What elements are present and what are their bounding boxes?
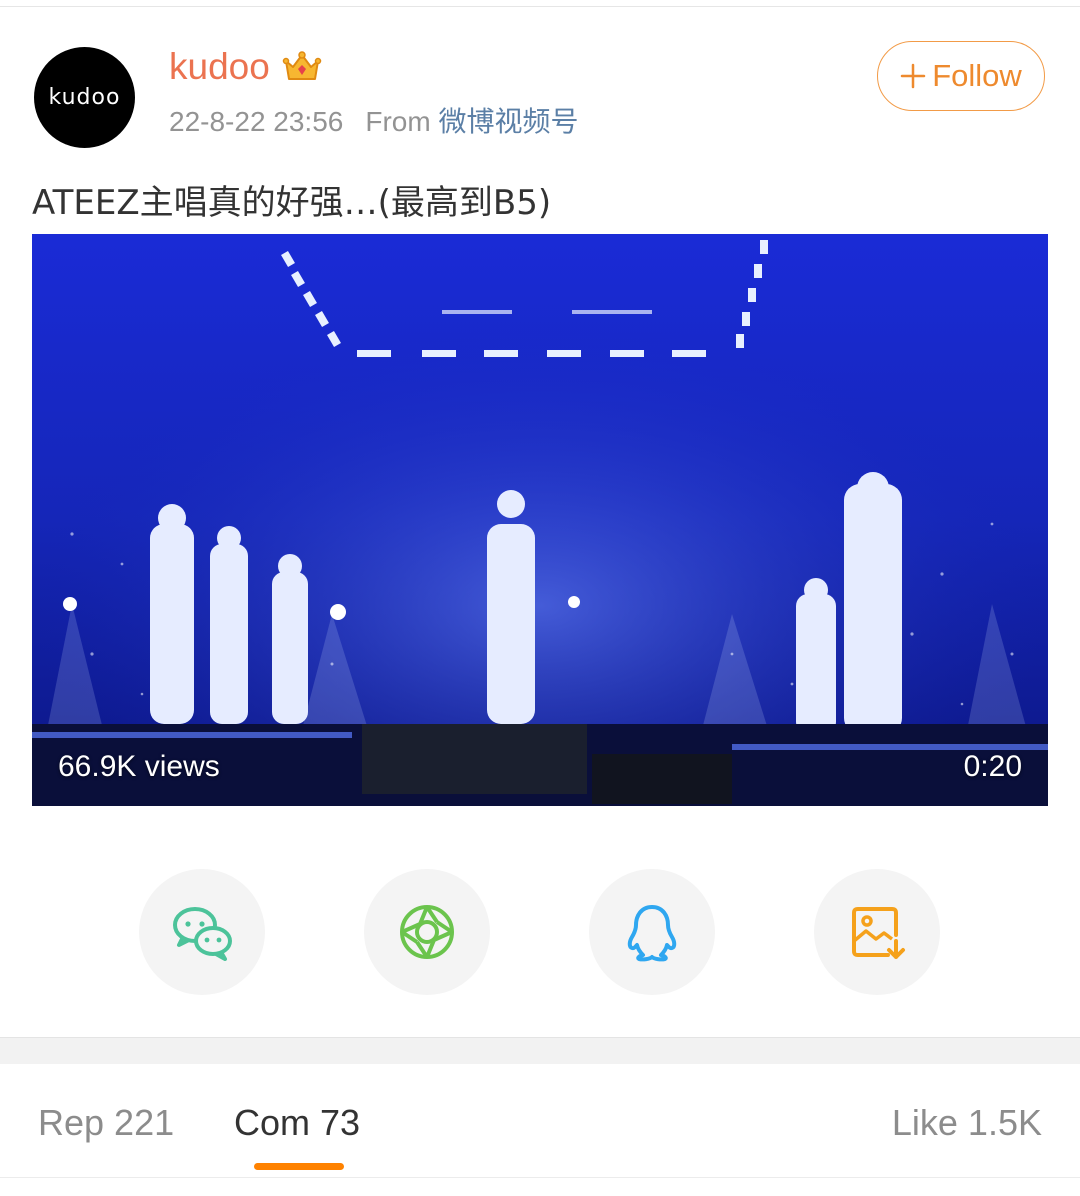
share-moments-button[interactable] xyxy=(364,869,490,995)
follow-button[interactable]: Follow xyxy=(877,41,1045,111)
share-row xyxy=(0,869,1080,995)
share-qq-button[interactable] xyxy=(589,869,715,995)
save-image-button[interactable] xyxy=(814,869,940,995)
source-prefix: From xyxy=(365,106,431,137)
avatar-logo-text: kudoo xyxy=(48,85,121,110)
post-text: ATEEZ主唱真的好强…(最高到B5) xyxy=(32,183,552,223)
plus-icon xyxy=(900,63,926,89)
video-views: 66.9K views xyxy=(58,750,220,783)
qq-icon xyxy=(627,905,677,962)
video-player[interactable]: 66.9K views 0:20 xyxy=(32,234,1048,806)
top-divider xyxy=(0,0,1080,7)
post-timestamp: 22-8-22 23:56 xyxy=(169,106,344,137)
username-row: kudoo xyxy=(169,44,322,90)
share-wechat-button[interactable] xyxy=(139,869,265,995)
moments-icon xyxy=(400,905,454,959)
source-link[interactable]: 微博视频号 xyxy=(438,106,578,137)
active-tab-indicator xyxy=(254,1163,344,1170)
post-meta: 22-8-22 23:56 From 微博视频号 xyxy=(169,104,578,140)
video-thumbnail xyxy=(32,234,1048,806)
avatar[interactable]: kudoo xyxy=(34,47,135,148)
tab-likes[interactable]: Like 1.5K xyxy=(892,1101,1042,1145)
tab-reposts[interactable]: Rep 221 xyxy=(38,1101,174,1145)
bottom-divider xyxy=(0,1177,1080,1178)
video-duration: 0:20 xyxy=(963,750,1022,783)
follow-label: Follow xyxy=(932,58,1022,93)
crown-badge-icon xyxy=(282,51,322,80)
wechat-icon xyxy=(173,907,232,961)
tab-comments[interactable]: Com 73 xyxy=(234,1101,360,1145)
save-image-icon xyxy=(852,907,905,959)
section-divider xyxy=(0,1037,1080,1064)
post-source: From 微博视频号 xyxy=(365,104,578,140)
username[interactable]: kudoo xyxy=(169,44,270,90)
